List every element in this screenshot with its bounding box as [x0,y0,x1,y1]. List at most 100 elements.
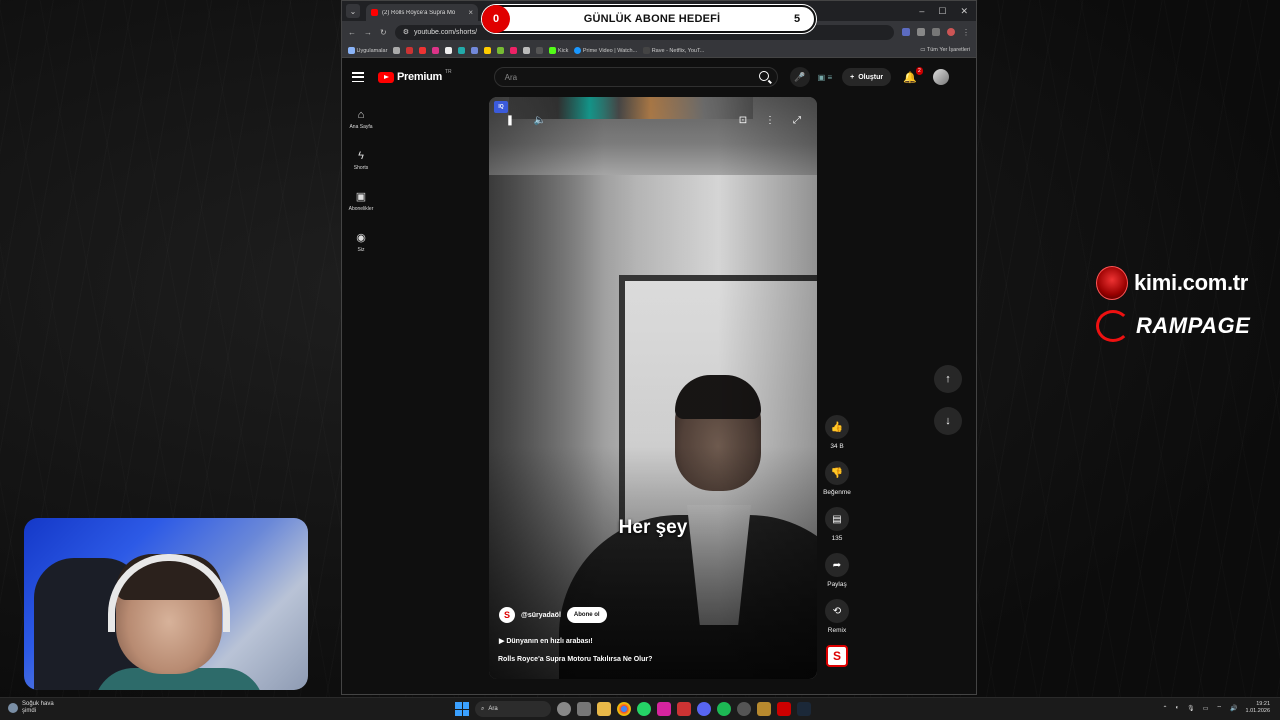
guide-item-you[interactable]: ◉ Siz [342,222,380,263]
microphone-icon[interactable]: 🎤 [789,67,810,87]
minimize-icon[interactable]: – [919,6,924,17]
app-icon[interactable] [757,702,771,716]
task-view-icon[interactable] [577,702,591,716]
browser-menu-icon[interactable]: ⋮ [962,28,970,37]
whatsapp-icon[interactable] [637,702,651,716]
youtube-bookmark-icon[interactable] [419,46,427,54]
weather-subtitle: şimdi [22,708,37,714]
previous-short-icon[interactable]: ↑ [934,365,962,393]
back-icon[interactable]: ← [348,28,356,37]
weather-widget[interactable]: Soğuk hava şimdi [8,701,54,715]
wifi-icon[interactable]: ⌔ [1216,704,1222,712]
create-label: Oluştur [858,73,884,81]
instagram-bookmark-icon[interactable] [432,46,440,54]
chrome-icon[interactable] [617,702,631,716]
maximize-icon[interactable]: ☐ [938,6,946,17]
menu-icon[interactable] [352,72,364,82]
remix-icon: ⟲ [825,599,849,623]
search-icon: ⌕ [481,705,485,712]
speaker-icon[interactable]: 🔊 [1230,705,1237,712]
clock[interactable]: 19:21 1.01.2026 [1246,701,1270,715]
like-button[interactable]: 👍 34 B [825,415,849,450]
volume-icon[interactable]: 🔈 [529,109,551,131]
video-caption: Her şey [618,517,688,538]
notifications-icon[interactable]: 🔔 2 [903,66,923,84]
shorts-icon: ϟ [358,149,364,162]
short-title[interactable]: Rolls Royce'a Supra Motoru Takılırsa Ne … [498,656,652,663]
bookmark-icon[interactable] [497,46,505,54]
windows-taskbar: Soğuk hava şimdi ⌕ Ara ⌃ ◐ 🎙 ▭ ⌔ 🔊 19:21… [0,697,1280,720]
comments-button[interactable]: ▤ 135 [825,507,849,542]
windows-start-icon[interactable] [455,702,469,716]
guide-item-subscriptions[interactable]: ▣ Abonelikler [342,181,380,222]
bookmark-icon[interactable] [523,46,531,54]
bookmark-icon[interactable] [484,46,492,54]
bookmark-rave[interactable]: Rave - Netflix, YouT... [643,46,704,54]
steam-icon[interactable] [797,702,811,716]
more-options-icon[interactable]: ⋮ [759,109,781,131]
create-button[interactable]: + Oluştur [842,68,892,86]
search-input[interactable]: Ara [493,67,778,87]
taskbar-search[interactable]: ⌕ Ara [475,701,551,717]
youtube-logo[interactable]: Premium TR [378,69,452,83]
file-explorer-icon[interactable] [597,702,611,716]
fullscreen-icon[interactable]: ⤢ [786,109,808,131]
tab-close-icon[interactable]: × [468,8,473,17]
captions-icon[interactable]: ⊡ [732,109,754,131]
tray-overflow-icon[interactable]: ⌃ [1162,705,1167,712]
sound-channel-avatar[interactable]: S [826,645,848,667]
microphone-tray-icon[interactable]: 🎙 [1187,705,1195,712]
discord-icon[interactable] [697,702,711,716]
guide-item-shorts[interactable]: ϟ Shorts [342,140,380,181]
x-bookmark-icon[interactable] [445,46,453,54]
calendar-icon[interactable] [677,702,691,716]
remix-button[interactable]: ⟲ Remix [825,599,849,634]
display-icon[interactable]: ▭ [1203,705,1209,712]
channel-name[interactable]: @süryadaöl [521,612,561,619]
bookmark-apps[interactable]: Uygulamalar [348,46,387,54]
pause-icon[interactable]: ❚ [499,109,521,131]
extension-icon[interactable]: ▣ ≡ [818,73,832,82]
pinterest-bookmark-icon[interactable] [510,46,518,54]
all-bookmarks[interactable]: ▭ Tüm Yer İşaretleri [920,47,970,53]
extension-icon[interactable] [917,27,925,36]
site-info-icon[interactable]: ⚙ [403,28,409,36]
short-description[interactable]: ▶ Dünyanın en hızlı arabası! [499,637,593,645]
share-button[interactable]: ➦ Paylaş [825,553,849,588]
forward-icon[interactable]: → [364,28,372,37]
widget-icon[interactable] [557,702,571,716]
app-icon[interactable] [777,702,791,716]
profile-icon[interactable] [947,27,955,36]
search-icon[interactable] [758,71,769,81]
puzzle-extensions-icon[interactable] [932,27,940,36]
bookmark-icon[interactable] [536,46,544,54]
bookmark-icon[interactable] [406,46,414,54]
bookmark-icon[interactable] [393,46,401,54]
reload-icon[interactable]: ↻ [380,28,387,37]
shorts-player[interactable]: IQ ❚ 🔈 ⊡ ⋮ ⤢ Her şey S @süryadaöl Abone … [489,97,817,679]
active-tab[interactable]: (2) Rolls Royce'a Supra Mo × [366,4,478,21]
channel-avatar[interactable]: S [499,607,515,623]
rampage-logo-icon [1096,310,1130,342]
thumbs-down-icon: 👎 [824,461,849,485]
dislike-button[interactable]: 👎 Beğenme [823,461,851,496]
account-avatar[interactable] [932,69,949,85]
instagram-icon[interactable] [657,702,671,716]
next-short-icon[interactable]: ↓ [934,407,962,435]
prime-video-icon [574,46,582,54]
thumbs-up-icon: 👍 [825,415,849,439]
bookmark-prime-video[interactable]: Prime Video | Watch... [574,46,637,54]
extension-icon[interactable] [902,27,910,36]
guide-item-home[interactable]: ⌂ Ana Sayfa [342,99,380,140]
system-tray: ⌃ ◐ 🎙 ▭ ⌔ 🔊 19:21 1.01.2026 [1162,701,1270,715]
spotify-icon[interactable] [717,702,731,716]
subscribe-button[interactable]: Abone ol [566,607,607,623]
tiktok-bookmark-icon[interactable] [458,46,466,54]
tray-app-icon[interactable]: ◐ [1175,705,1179,711]
close-window-icon[interactable]: ✕ [960,6,968,17]
bookmark-kick[interactable]: Kick [549,46,568,54]
subscriber-goal-overlay: 0 GÜNLÜK ABONE HEDEFİ 5 [482,5,816,33]
discord-bookmark-icon[interactable] [471,46,479,54]
tab-search-icon[interactable]: ⌄ [346,4,360,18]
obs-icon[interactable] [737,702,751,716]
